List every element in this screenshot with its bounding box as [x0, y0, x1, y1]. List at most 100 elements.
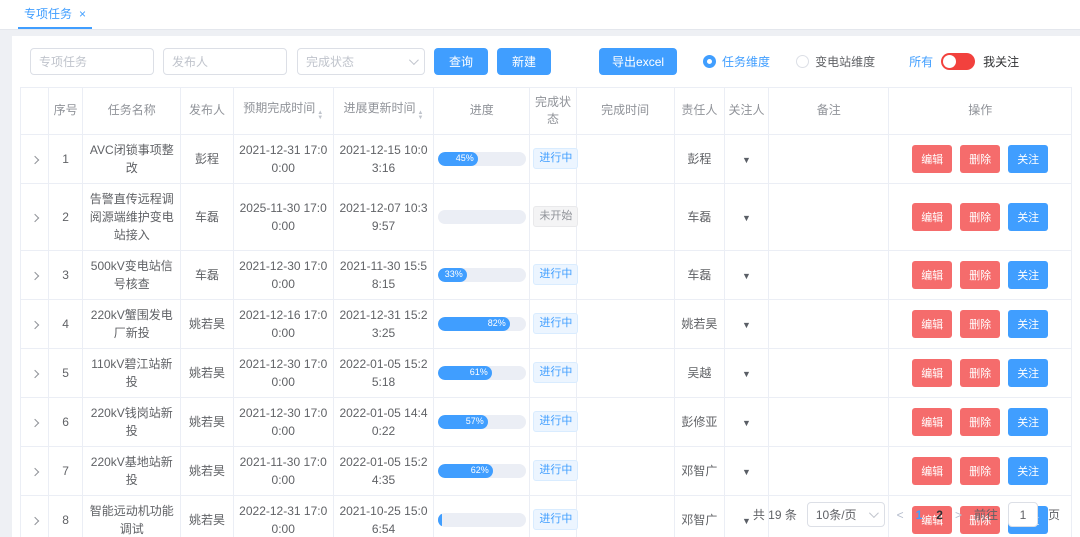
actions-cell: 编辑删除关注: [889, 183, 1072, 250]
prev-page-button[interactable]: <: [895, 508, 906, 522]
delete-button[interactable]: 删除: [960, 203, 1000, 231]
update-time: 2021-12-07 10:39:57: [333, 183, 433, 250]
progress-bar: 33%: [438, 268, 526, 282]
page-1-button[interactable]: 1: [916, 508, 923, 522]
progress-cell: 45%: [434, 134, 530, 183]
remark: [769, 446, 889, 495]
delete-button[interactable]: 删除: [960, 145, 1000, 173]
export-excel-button[interactable]: 导出excel: [599, 48, 677, 75]
follow-button[interactable]: 关注: [1008, 408, 1048, 436]
row-number: 5: [49, 348, 83, 397]
follow-button[interactable]: 关注: [1008, 457, 1048, 485]
task-name-input[interactable]: [30, 48, 154, 75]
expand-row-icon[interactable]: [30, 418, 38, 426]
watcher-cell: ▼: [724, 134, 768, 183]
watcher-dropdown-icon[interactable]: ▼: [742, 271, 751, 281]
chevron-down-icon: [869, 508, 879, 518]
sort-icon[interactable]: ▲▼: [317, 111, 323, 121]
status-badge: 进行中: [533, 264, 578, 285]
due-time: 2021-11-30 17:00:00: [233, 446, 333, 495]
edit-button[interactable]: 编辑: [912, 457, 952, 485]
progress-fill: 33%: [438, 268, 467, 282]
task-name: 告警直传远程调阅源端维护变电站接入: [83, 183, 181, 250]
col-header-due[interactable]: 预期完成时间▲▼: [233, 88, 333, 135]
row-number: 3: [49, 250, 83, 299]
filter-bar: 完成状态 查询 新建 导出excel 任务维度 变电站维度 所有 我关注: [20, 48, 1072, 75]
create-button[interactable]: 新建: [497, 48, 551, 75]
owner: 车磊: [674, 183, 724, 250]
page-size-select[interactable]: 10条/页: [807, 502, 885, 527]
watcher-dropdown-icon[interactable]: ▼: [742, 213, 751, 223]
progress-bar: 57%: [438, 415, 526, 429]
watcher-dropdown-icon[interactable]: ▼: [742, 418, 751, 428]
query-button[interactable]: 查询: [434, 48, 488, 75]
edit-button[interactable]: 编辑: [912, 310, 952, 338]
expand-cell: [21, 134, 49, 183]
expand-row-icon[interactable]: [30, 369, 38, 377]
watcher-dropdown-icon[interactable]: ▼: [742, 320, 751, 330]
delete-button[interactable]: 删除: [960, 261, 1000, 289]
progress-fill: 61%: [438, 366, 492, 380]
status-badge: 进行中: [533, 148, 578, 169]
follow-button[interactable]: 关注: [1008, 145, 1048, 173]
expand-row-icon[interactable]: [30, 516, 38, 524]
status-badge: 未开始: [533, 206, 578, 227]
col-header-updated[interactable]: 进展更新时间▲▼: [333, 88, 433, 135]
tab-label: 专项任务: [24, 5, 72, 22]
edit-button[interactable]: 编辑: [912, 203, 952, 231]
tab-special-tasks[interactable]: 专项任务 ×: [18, 0, 92, 29]
next-page-button[interactable]: >: [953, 508, 964, 522]
publisher: 姚若昊: [181, 348, 233, 397]
table-row: 4220kV蟹围发电厂新投姚若昊2021-12-16 17:00:002021-…: [21, 299, 1072, 348]
edit-button[interactable]: 编辑: [912, 408, 952, 436]
follow-button[interactable]: 关注: [1008, 261, 1048, 289]
follow-button[interactable]: 关注: [1008, 310, 1048, 338]
due-time: 2021-12-31 17:00:00: [233, 134, 333, 183]
delete-button[interactable]: 删除: [960, 457, 1000, 485]
page-2-button[interactable]: 2: [936, 508, 943, 522]
row-number: 7: [49, 446, 83, 495]
all-label[interactable]: 所有: [909, 53, 933, 70]
row-number: 8: [49, 495, 83, 537]
publisher-input[interactable]: [163, 48, 287, 75]
row-number: 4: [49, 299, 83, 348]
follow-button[interactable]: 关注: [1008, 203, 1048, 231]
publisher: 姚若昊: [181, 495, 233, 537]
delete-button[interactable]: 删除: [960, 408, 1000, 436]
expand-row-icon[interactable]: [30, 213, 38, 221]
delete-button[interactable]: 删除: [960, 310, 1000, 338]
watcher-dropdown-icon[interactable]: ▼: [742, 369, 751, 379]
row-number: 1: [49, 134, 83, 183]
finish-time: [576, 446, 674, 495]
status-select-placeholder: 完成状态: [306, 53, 354, 70]
follow-button[interactable]: 关注: [1008, 359, 1048, 387]
edit-button[interactable]: 编辑: [912, 145, 952, 173]
col-header-progress: 进度: [434, 88, 530, 135]
watcher-dropdown-icon[interactable]: ▼: [742, 155, 751, 165]
goto-page-input[interactable]: [1008, 502, 1038, 527]
expand-row-icon[interactable]: [30, 467, 38, 475]
pagination: 共 19 条 10条/页 < 12 > 前往 页: [753, 502, 1060, 527]
radio-selected-icon: [703, 55, 716, 68]
watcher-cell: ▼: [724, 183, 768, 250]
tab-close-icon[interactable]: ×: [79, 8, 86, 20]
sort-icon[interactable]: ▲▼: [418, 111, 424, 121]
col-header-owner: 责任人: [674, 88, 724, 135]
table-row: 7220kV基地站新投姚若昊2021-11-30 17:00:002022-01…: [21, 446, 1072, 495]
finish-time: [576, 495, 674, 537]
edit-button[interactable]: 编辑: [912, 261, 952, 289]
watcher-dropdown-icon[interactable]: ▼: [742, 516, 751, 526]
table-row: 5110kV碧江站新投姚若昊2021-12-30 17:00:002022-01…: [21, 348, 1072, 397]
expand-row-icon[interactable]: [30, 320, 38, 328]
edit-button[interactable]: 编辑: [912, 359, 952, 387]
radio-station-dimension[interactable]: 变电站维度: [796, 53, 875, 70]
radio-task-dimension[interactable]: 任务维度: [703, 53, 770, 70]
actions-cell: 编辑删除关注: [889, 348, 1072, 397]
delete-button[interactable]: 删除: [960, 359, 1000, 387]
status-select[interactable]: 完成状态: [297, 48, 425, 75]
expand-row-icon[interactable]: [30, 271, 38, 279]
watcher-dropdown-icon[interactable]: ▼: [742, 467, 751, 477]
owner: 车磊: [674, 250, 724, 299]
follow-toggle[interactable]: [941, 53, 975, 70]
expand-row-icon[interactable]: [30, 155, 38, 163]
